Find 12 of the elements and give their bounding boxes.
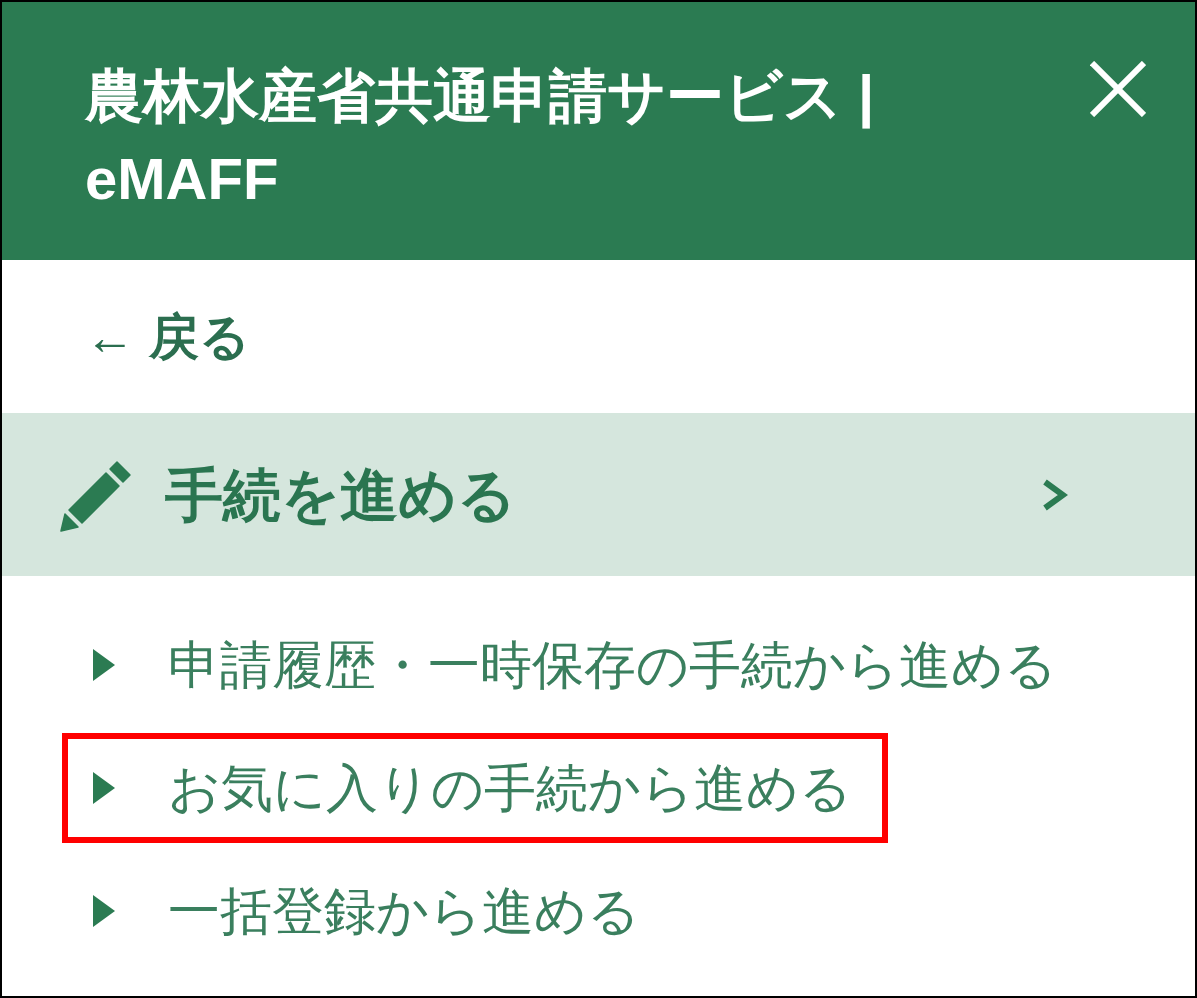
menu-link[interactable]: 一括登録から進める [62, 856, 676, 966]
back-link[interactable]: ← 戻る [85, 306, 250, 367]
triangle-icon [93, 895, 115, 927]
menu-link[interactable]: お気に入りの手続から進める [62, 733, 888, 843]
menu-link[interactable]: 申請履歴・一時保存の手続から進める [62, 610, 1093, 720]
triangle-icon [93, 772, 115, 804]
close-button[interactable] [1090, 61, 1146, 117]
site-title: 農林水産省共通申請サービス | eMAFF [85, 62, 876, 213]
close-icon [1090, 61, 1146, 117]
section-link[interactable]: 手続を進める [2, 413, 1195, 576]
triangle-icon [93, 649, 115, 681]
chevron-right-icon [1042, 478, 1068, 511]
